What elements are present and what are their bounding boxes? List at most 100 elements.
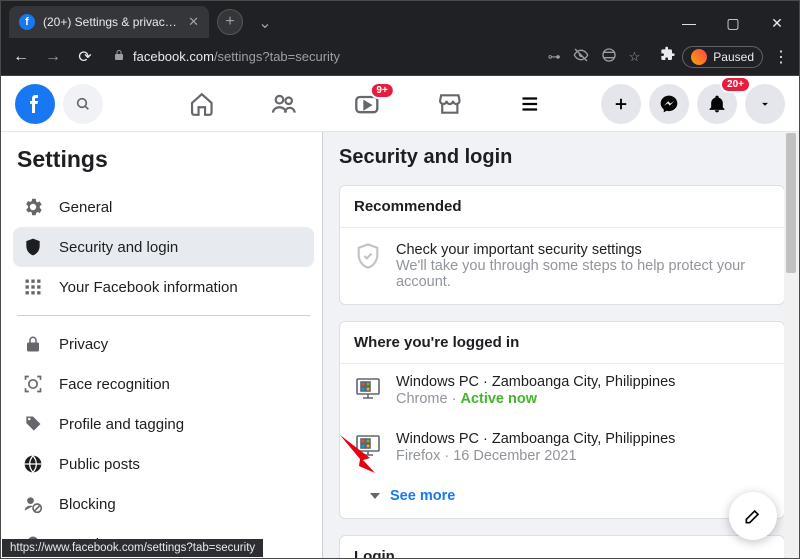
window-minimize-button[interactable]: — [667,8,711,38]
lock-icon [21,334,45,354]
favicon: f [19,14,35,30]
browser-menu-icon[interactable]: ⋮ [769,47,793,67]
nav-back-button[interactable]: ← [7,43,35,71]
star-icon[interactable]: ☆ [629,49,641,65]
address-bar[interactable]: facebook.com/settings?tab=security ⊶ ☆ [103,43,650,71]
sidebar-item-label: Blocking [59,496,116,513]
translate-icon[interactable] [601,47,617,66]
sidebar-item-label: Profile and tagging [59,416,184,433]
globe-icon [21,454,45,474]
account-menu-button[interactable] [745,84,785,124]
password-key-icon[interactable]: ⊶ [548,49,561,65]
edit-fab-button[interactable] [729,492,777,540]
sidebar-item-label: Privacy [59,336,108,353]
sidebar-title: Settings [17,146,310,173]
window-maximize-button[interactable]: ▢ [711,8,755,38]
recommended-header: Recommended [340,186,784,228]
notifications-button[interactable]: 20+ [697,84,737,124]
extensions-icon[interactable] [660,46,676,67]
caret-down-icon [370,493,380,499]
watch-icon[interactable]: 9+ [353,90,381,118]
session-status: Active now [460,391,537,407]
new-tab-button[interactable]: + [217,9,243,35]
face-scan-icon [21,374,45,394]
sidebar-item-blocking[interactable]: Blocking [13,484,314,524]
sidebar-item-security[interactable]: Security and login [13,227,314,267]
session-browser: Firefox [396,448,440,464]
recommended-sub: We'll take you through some steps to hel… [396,258,770,290]
sidebar-item-public-posts[interactable]: Public posts [13,444,314,484]
see-more-link[interactable]: See more [340,478,784,518]
session-browser: Chrome [396,391,448,407]
sidebar-item-profile-tagging[interactable]: Profile and tagging [13,404,314,444]
settings-sidebar: Settings General Security and login Your… [1,132,323,558]
scrollbar-thumb[interactable] [786,133,796,273]
url-host: facebook.com [133,49,214,64]
window-close-button[interactable]: ✕ [755,8,799,38]
session-location: Zamboanga City, Philippines [492,431,676,447]
session-device: Windows PC [396,374,479,390]
url-path: /settings?tab=security [214,49,340,64]
recommended-card: Recommended Check your important securit… [339,185,785,305]
sidebar-item-general[interactable]: General [13,187,314,227]
browser-tab[interactable]: f (20+) Settings & privacy | Facebo ✕ [9,6,209,38]
see-more-label: See more [390,488,455,504]
session-row[interactable]: Windows PC · Zamboanga City, Philippines… [340,421,784,478]
tab-title: (20+) Settings & privacy | Facebo [43,15,180,29]
sidebar-item-label: Your Facebook information [59,279,238,296]
sidebar-item-privacy[interactable]: Privacy [13,324,314,364]
nav-reload-button[interactable]: ⟳ [71,43,99,71]
shield-icon [21,236,45,258]
tab-search-chevron-icon[interactable]: ⌄ [243,8,287,38]
session-row[interactable]: Windows PC · Zamboanga City, Philippines… [340,364,784,421]
paused-label: Paused [713,50,754,64]
login-card: Login [339,535,785,558]
friends-icon[interactable] [271,90,297,118]
session-status: 16 December 2021 [453,448,576,464]
grid-icon [21,277,45,297]
browser-toolbar: ← → ⟳ facebook.com/settings?tab=security… [1,38,799,76]
main-content: Security and login Recommended Check you… [323,132,799,558]
shield-check-icon [354,242,382,270]
center-nav: 9+ [189,90,541,118]
messenger-button[interactable] [649,84,689,124]
sessions-header: Where you're logged in [340,322,784,364]
login-header: Login [340,536,784,558]
avatar-icon [691,49,707,65]
profile-paused-button[interactable]: Paused [682,46,763,68]
sidebar-item-label: Public posts [59,456,140,473]
sidebar-item-face-recognition[interactable]: Face recognition [13,364,314,404]
desktop-icon [354,376,382,400]
session-device: Windows PC [396,431,479,447]
security-checkup-row[interactable]: Check your important security settings W… [340,228,784,304]
tag-icon [21,414,45,434]
browser-titlebar: f (20+) Settings & privacy | Facebo ✕ + … [1,1,799,38]
menu-hamburger-icon[interactable] [519,90,541,118]
sidebar-item-label: Security and login [59,239,178,256]
sidebar-item-label: Face recognition [59,376,170,393]
sidebar-item-your-info[interactable]: Your Facebook information [13,267,314,307]
divider [17,315,310,316]
eye-off-icon[interactable] [573,47,589,66]
desktop-icon [354,433,382,457]
browser-status-bar: https://www.facebook.com/settings?tab=se… [2,539,263,557]
watch-badge: 9+ [369,82,394,99]
facebook-header: 9+ 20+ [1,76,799,132]
marketplace-icon[interactable] [437,90,463,118]
gear-icon [21,196,45,218]
facebook-logo[interactable] [15,84,55,124]
tab-close-icon[interactable]: ✕ [188,14,199,30]
sidebar-item-label: General [59,199,112,216]
lock-icon [113,49,125,64]
recommended-title: Check your important security settings [396,242,770,258]
scrollbar[interactable] [784,133,798,557]
home-icon[interactable] [189,90,215,118]
session-location: Zamboanga City, Philippines [492,374,676,390]
notifications-badge: 20+ [720,76,751,93]
sessions-card: Where you're logged in Windows PC · Zamb… [339,321,785,519]
search-button[interactable] [63,84,103,124]
page-title: Security and login [339,146,785,169]
create-button[interactable] [601,84,641,124]
block-user-icon [21,494,45,514]
nav-forward-button[interactable]: → [39,43,67,71]
